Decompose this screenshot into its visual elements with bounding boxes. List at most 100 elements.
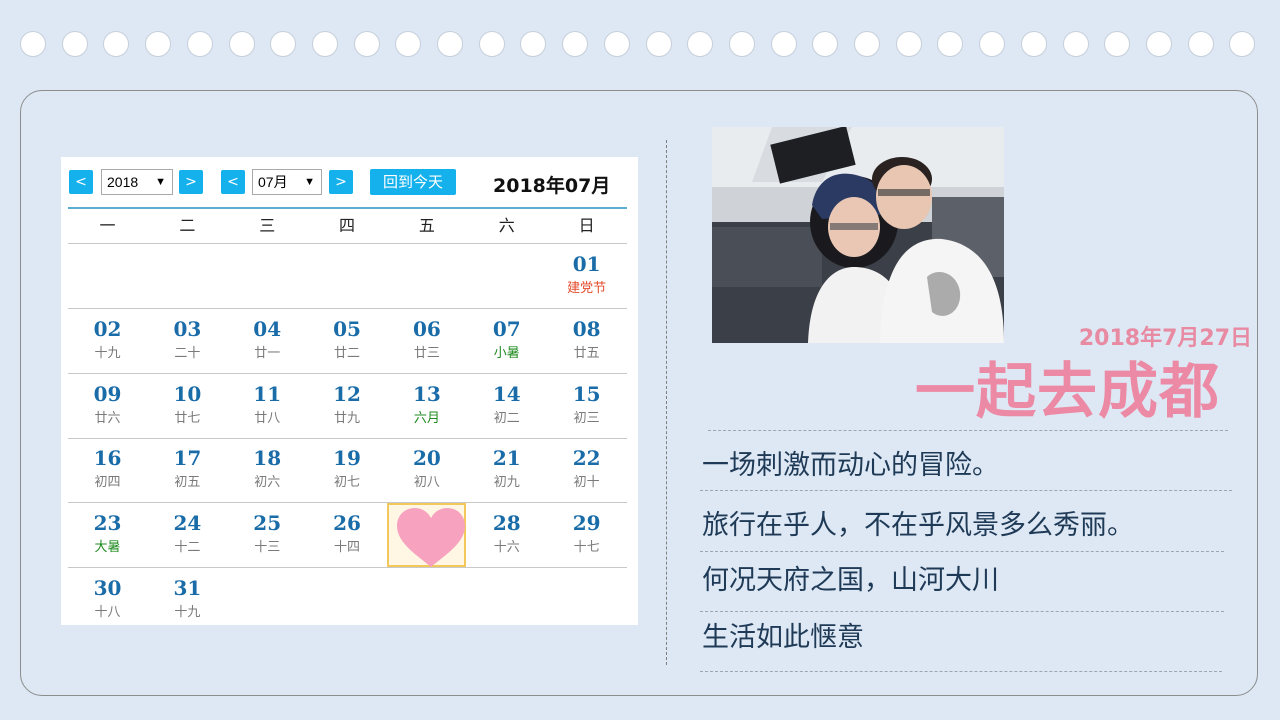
- calendar-day-cell[interactable]: 14 初二: [467, 374, 546, 438]
- binder-ring: [1229, 31, 1256, 57]
- calendar-day-cell[interactable]: 26 十四: [308, 503, 387, 567]
- day-number: 04: [253, 317, 282, 341]
- calendar-day-cell[interactable]: 19 初七: [308, 438, 387, 502]
- binder-ring: [395, 31, 422, 57]
- calendar-day-cell[interactable]: 10 廿七: [148, 374, 227, 438]
- day-number: 01: [572, 252, 601, 276]
- calendar-day-cell[interactable]: 02 十九: [68, 309, 147, 373]
- calendar-day-cell[interactable]: 07 小暑: [467, 309, 546, 373]
- lunar-label: 初七: [334, 475, 361, 490]
- calendar-day-cell[interactable]: 28 十六: [467, 503, 546, 567]
- lunar-label: 初二: [493, 411, 520, 426]
- today-button[interactable]: 回到今天: [370, 169, 456, 195]
- binder-ring: [1104, 31, 1131, 57]
- day-number: 16: [93, 446, 122, 470]
- heart-icon: [397, 508, 466, 567]
- calendar-day-cell[interactable]: 20 初八: [387, 438, 466, 502]
- calendar-day-cell[interactable]: 17 初五: [148, 438, 227, 502]
- calendar-day-cell[interactable]: 24 十二: [148, 503, 227, 567]
- day-number: 10: [173, 382, 202, 406]
- binder-ring: [103, 31, 130, 57]
- dropdown-arrow-icon: ▼: [155, 176, 166, 188]
- next-year-button[interactable]: >: [179, 170, 203, 194]
- lunar-label: 廿二: [334, 346, 361, 361]
- prev-month-button[interactable]: <: [221, 170, 245, 194]
- calendar-day-cell[interactable]: 03 二十: [148, 309, 227, 373]
- calendar-day-cell[interactable]: 31 十九: [148, 568, 227, 632]
- dropdown-arrow-icon: ▼: [304, 176, 315, 188]
- month-select[interactable]: 07月 ▼: [252, 169, 322, 195]
- day-number: 06: [413, 317, 441, 341]
- weekday-label: 二: [179, 216, 196, 235]
- binder-ring: [687, 31, 714, 57]
- calendar-day-cell[interactable]: 22 初十: [547, 438, 626, 502]
- calendar-day-cell[interactable]: 23 大暑: [68, 503, 147, 567]
- calendar-day-cell[interactable]: 18 初六: [228, 438, 307, 502]
- binder-ring: [270, 31, 297, 57]
- binder-ring: [770, 31, 797, 57]
- lunar-label: 初九: [493, 475, 520, 490]
- day-number: 19: [333, 446, 361, 470]
- day-number: 15: [572, 382, 601, 406]
- day-number: 14: [492, 382, 521, 406]
- weekday-label: 三: [259, 216, 276, 235]
- calendar-week-row: 02 十九 03 二十 04 廿一 05 廿二 06 廿三 07 小暑 08 廿五: [68, 309, 627, 374]
- weekday-label: 五: [418, 216, 435, 235]
- weekday-label: 日: [578, 216, 595, 235]
- lunar-label: 廿五: [573, 346, 600, 361]
- calendar-day-cell[interactable]: 30 十八: [68, 568, 147, 632]
- solar-term-label: 大暑: [94, 540, 121, 555]
- lunar-month-label: 六月: [413, 411, 440, 426]
- lunar-label: 廿六: [94, 411, 121, 426]
- calendar-widget: < 2018 ▼ > < 07月 ▼ > 回到今天 2018年07月 一 二 三…: [61, 157, 638, 625]
- day-number: 28: [492, 511, 521, 535]
- caption-line: 一场刺激而动心的冒险。: [702, 450, 999, 481]
- calendar-day-cell[interactable]: 09 廿六: [68, 374, 147, 438]
- day-number: 20: [413, 446, 441, 470]
- lunar-label: 十四: [334, 540, 361, 555]
- headline-title: 一起去成都: [915, 357, 1220, 427]
- binder-ring: [854, 31, 880, 57]
- lunar-label: 初五: [174, 475, 201, 490]
- binder-ring: [478, 31, 505, 57]
- day-number: 22: [572, 446, 601, 470]
- calendar-day-cell[interactable]: 05 廿二: [308, 309, 387, 373]
- day-number: 25: [253, 511, 282, 535]
- dashed-separator: [708, 430, 1228, 431]
- calendar-day-cell[interactable]: 15 初三: [547, 374, 626, 438]
- lunar-label: 十八: [94, 605, 121, 620]
- calendar-day-cell[interactable]: 21 初九: [467, 438, 546, 502]
- dashed-separator: [700, 490, 1232, 491]
- binder-rings: [20, 31, 1260, 59]
- weekday-header: 一 二 三 四 五 六 日: [68, 209, 627, 244]
- binder-ring: [937, 31, 964, 57]
- binder-ring: [979, 31, 1006, 57]
- lunar-label: 十二: [174, 540, 201, 555]
- festival-label: 建党节: [567, 281, 607, 296]
- calendar-day-cell[interactable]: 16 初四: [68, 438, 147, 502]
- binder-ring: [311, 31, 338, 57]
- month-select-value: 07月: [258, 174, 288, 190]
- next-month-button[interactable]: >: [329, 170, 353, 194]
- binder-ring: [20, 31, 46, 57]
- calendar-day-cell[interactable]: 01 建党节: [547, 244, 626, 308]
- year-select[interactable]: 2018 ▼: [101, 169, 173, 195]
- calendar-day-cell[interactable]: 13 六月: [387, 374, 466, 438]
- calendar-day-cell[interactable]: 08 廿五: [547, 309, 626, 373]
- solar-term-label: 小暑: [493, 346, 520, 361]
- calendar-day-cell[interactable]: 12 廿九: [308, 374, 387, 438]
- calendar-day-cell[interactable]: 25 十三: [228, 503, 307, 567]
- calendar-day-cell[interactable]: 29 十七: [547, 503, 626, 567]
- dashed-separator: [700, 551, 1224, 552]
- selected-day-cell[interactable]: [387, 503, 467, 567]
- day-number: 08: [572, 317, 601, 341]
- calendar-day-cell[interactable]: 04 廿一: [228, 309, 307, 373]
- lunar-label: 十六: [493, 540, 520, 555]
- prev-year-button[interactable]: <: [69, 170, 93, 194]
- calendar-day-cell[interactable]: 06 廿三: [387, 309, 466, 373]
- lunar-label: 廿九: [334, 411, 361, 426]
- calendar-day-cell[interactable]: 11 廿八: [228, 374, 307, 438]
- year-select-value: 2018: [107, 174, 139, 190]
- binder-ring: [61, 31, 88, 57]
- binder-ring: [520, 31, 547, 57]
